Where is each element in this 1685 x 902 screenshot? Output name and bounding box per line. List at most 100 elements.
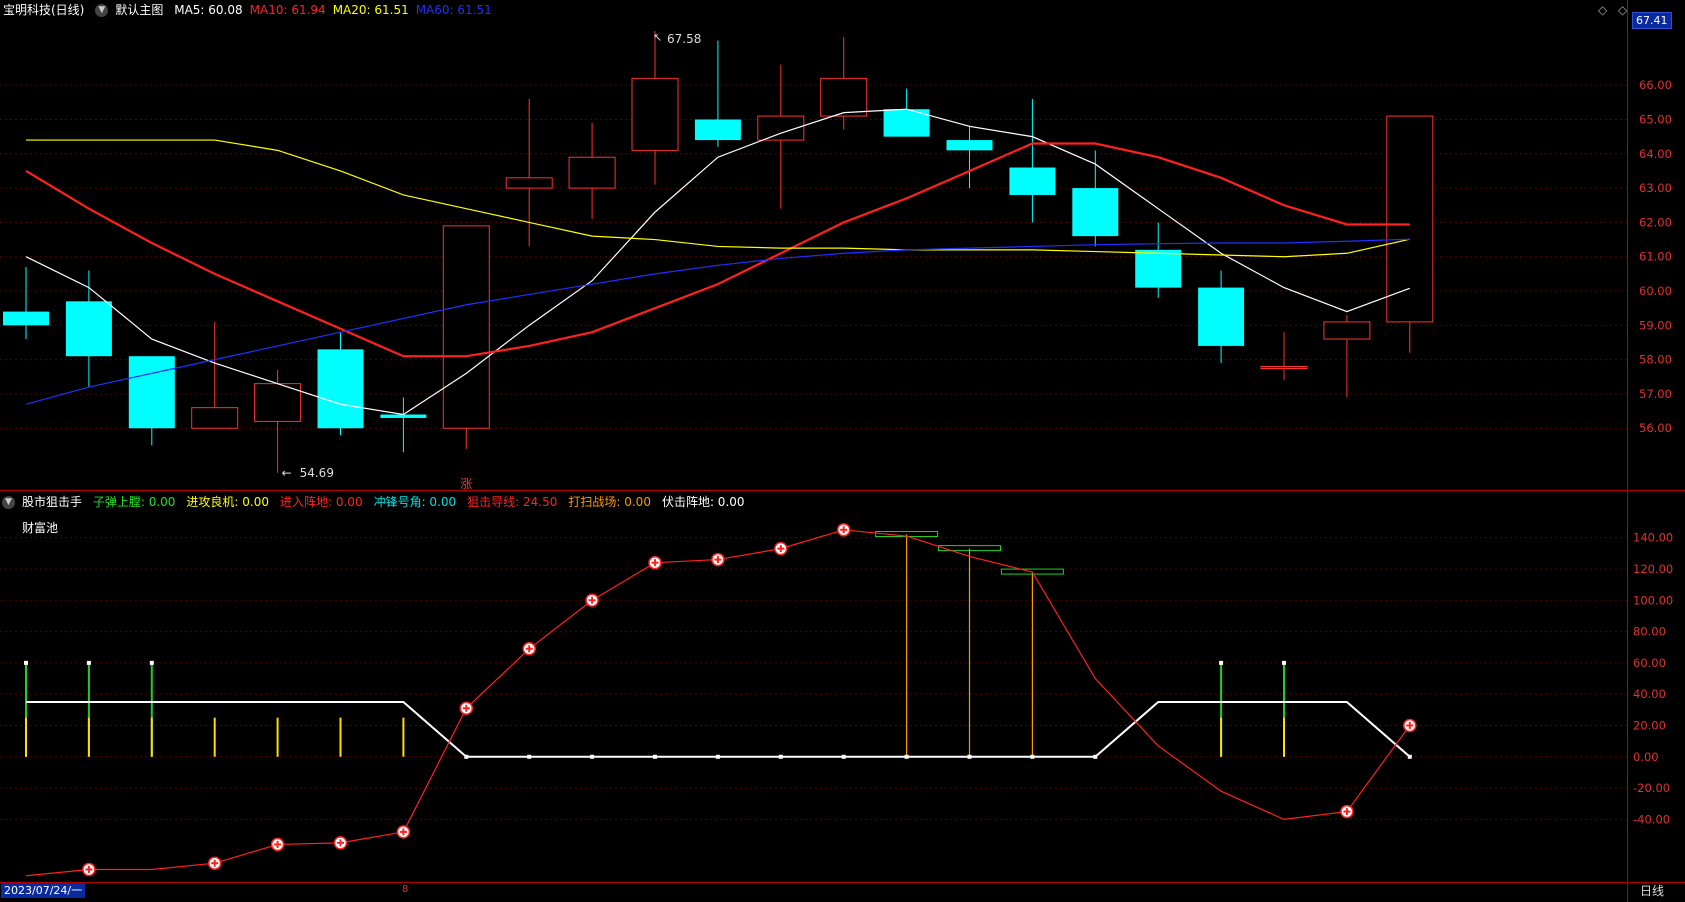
plus-marker-icon — [836, 523, 851, 537]
y-tick-label: 56.00 — [1639, 421, 1672, 435]
candle — [1323, 315, 1371, 398]
ambush-dot — [653, 754, 657, 759]
y-tick-label: 20.00 — [1633, 718, 1666, 732]
high-marker: 67.58 — [667, 32, 701, 46]
ambush-dot — [464, 754, 469, 759]
y-tick-label: 0.00 — [1633, 750, 1659, 764]
period-tab[interactable]: 日线 — [1640, 882, 1664, 899]
candle-body — [317, 349, 364, 429]
plus-marker-icon — [459, 701, 474, 716]
bar-cap — [24, 660, 28, 665]
ambush-dot — [1030, 754, 1035, 759]
y-tick-label: -20.00 — [1633, 781, 1670, 795]
candle — [820, 37, 868, 130]
candle-body — [631, 77, 679, 151]
y-tick-label: 100.00 — [1633, 593, 1673, 607]
candle-body — [505, 177, 553, 189]
signal-char: 涨 — [460, 476, 472, 490]
low-marker: 54.69 — [300, 466, 334, 480]
candle — [1135, 222, 1182, 298]
y-tick-label: 64.00 — [1639, 147, 1672, 161]
bar-cap — [149, 660, 154, 665]
candle — [3, 267, 49, 340]
bar-cap — [86, 660, 91, 665]
plus-marker-icon — [585, 593, 599, 608]
y-tick-label: 40.00 — [1633, 687, 1666, 701]
candle — [1386, 115, 1434, 353]
y-tick-label: 60.00 — [1639, 284, 1672, 298]
candle — [694, 40, 741, 147]
candle-body — [568, 156, 616, 189]
candle-body — [820, 77, 868, 117]
y-tick-label: 58.00 — [1639, 353, 1672, 367]
y-tick-label: 61.00 — [1639, 250, 1672, 264]
y-tick-label: 57.00 — [1639, 387, 1672, 401]
plus-marker-icon — [522, 642, 536, 656]
y-tick-label: 60.00 — [1633, 656, 1666, 670]
main-candlestick-chart: 56.00 57.00 58.00 59.00 60.00 61.00 62.00 63.00… — [0, 30, 1672, 490]
candle — [757, 64, 805, 209]
cursor-marker: 8 — [402, 884, 409, 895]
y-tick-label: 120.00 — [1633, 562, 1673, 576]
date-cursor: 2023/07/24/一 — [1, 883, 86, 898]
ambush-dot — [967, 754, 972, 759]
candle — [883, 88, 930, 137]
ambush-dot — [778, 754, 783, 759]
y-tick-label: 140.00 — [1633, 531, 1673, 545]
ambush-dot — [904, 754, 909, 759]
candle — [191, 321, 239, 429]
ambush-dot — [1093, 754, 1098, 759]
candle-body — [1260, 365, 1308, 369]
candle — [1198, 270, 1245, 364]
candle-body — [1009, 167, 1056, 195]
low-arrow-icon: ← — [282, 466, 292, 480]
candle — [1260, 332, 1308, 381]
candle-body — [442, 225, 490, 429]
plus-marker-icon — [1403, 718, 1417, 733]
plus-marker-icon — [270, 837, 285, 852]
candle-body — [128, 356, 175, 429]
y-tick-label: 62.00 — [1639, 215, 1672, 229]
candle — [631, 30, 679, 185]
candle-body — [946, 140, 993, 151]
candle — [380, 397, 427, 453]
candle — [317, 332, 364, 436]
ambush-line — [26, 701, 1411, 758]
candle-body — [1198, 287, 1245, 346]
candle-body — [1135, 249, 1182, 288]
bar-cap — [1282, 660, 1286, 665]
plus-marker-icon — [207, 856, 222, 870]
candle — [505, 98, 553, 247]
candle-body — [65, 301, 112, 357]
candle — [1009, 98, 1056, 223]
ma-line-ma5 — [25, 108, 1411, 416]
plus-marker-icon — [711, 552, 725, 567]
y-tick-label: 63.00 — [1639, 181, 1672, 195]
y-tick-label: 80.00 — [1633, 625, 1666, 639]
ambush-dot — [841, 754, 846, 759]
panel-divider — [0, 490, 1685, 491]
candle — [568, 122, 616, 219]
ambush-dot — [1407, 754, 1412, 759]
plus-marker-icon — [1340, 804, 1354, 819]
indicator-chart: -40.00 -20.00 0.00 20.00 40.00 60.00 80.00 100.… — [0, 523, 1673, 877]
plus-marker-icon — [648, 555, 662, 570]
y-tick-label: -40.00 — [1633, 812, 1670, 826]
plus-marker-icon — [82, 862, 96, 877]
plus-marker-icon — [396, 825, 411, 839]
candle-body — [1323, 321, 1371, 340]
candle-body — [1386, 115, 1434, 323]
candle — [442, 225, 490, 449]
y-tick-label: 66.00 — [1639, 78, 1672, 92]
ambush-dot — [715, 754, 720, 759]
candle-body — [1072, 188, 1119, 237]
candle — [254, 369, 302, 473]
plus-marker-icon — [774, 541, 788, 556]
candle-body — [3, 311, 49, 326]
ambush-dot — [527, 754, 532, 759]
y-tick-label: 59.00 — [1639, 318, 1672, 332]
ambush-dot — [590, 754, 595, 759]
bar-cap — [1219, 660, 1224, 665]
y-tick-label: 65.00 — [1639, 112, 1672, 126]
high-arrow-icon: ↖ — [653, 31, 662, 44]
